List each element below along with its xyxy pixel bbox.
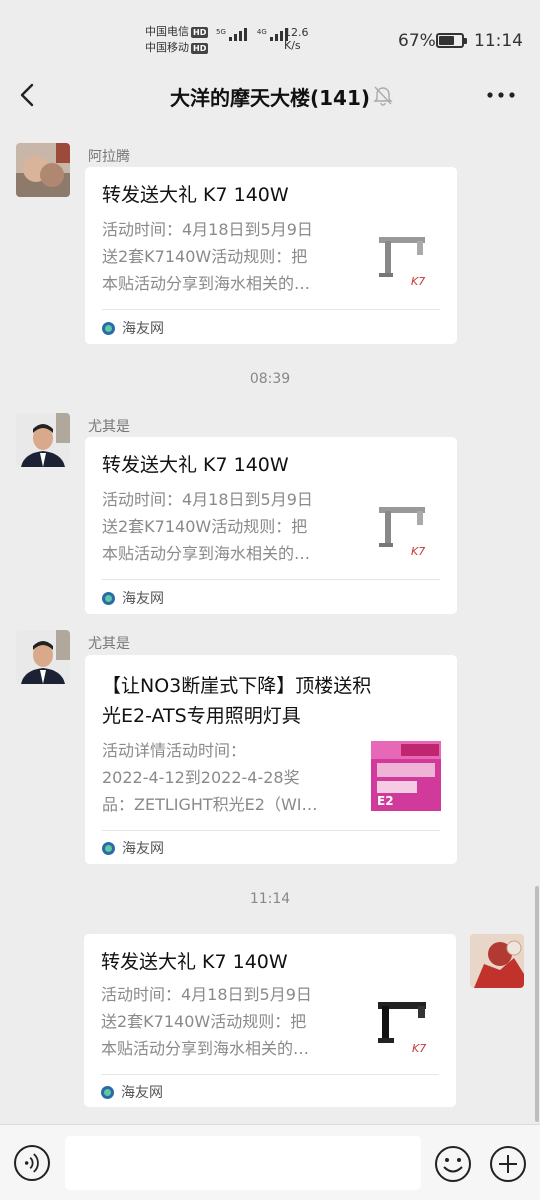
card-divider	[102, 309, 440, 310]
product-thumbnail: K7	[371, 497, 441, 567]
card-description: 活动时间：4月18日到5月9日 送2套K7140W活动规则：把 本贴活动分享到海…	[102, 490, 313, 563]
carrier-2: 中国移动	[145, 41, 189, 54]
card-title: 转发送大礼 K7 140W	[101, 951, 288, 973]
card-divider	[101, 1074, 439, 1075]
chat-header: 大洋的摩天大楼(141)	[0, 64, 540, 126]
hd-badge: HD	[191, 27, 209, 38]
carrier-info: 中国电信 HD 中国移动 HD	[145, 24, 209, 56]
avatar[interactable]	[16, 413, 70, 467]
sender-name: 尤其是	[88, 636, 130, 652]
message-input[interactable]	[65, 1136, 421, 1190]
card-description: 活动详情活动时间： 2022-4-12到2022-4-28奖 品：ZETLIGH…	[102, 741, 318, 814]
battery-icon	[436, 33, 467, 48]
svg-text:K7: K7	[411, 545, 425, 558]
product-thumbnail: K7	[371, 227, 441, 297]
product-thumbnail: E2	[371, 741, 441, 811]
link-card[interactable]: 转发送大礼 K7 140W 活动时间：4月18日到5月9日 送2套K7140W活…	[84, 934, 456, 1107]
more-icon[interactable]	[484, 84, 518, 106]
svg-text:K7: K7	[411, 275, 425, 288]
input-bar	[0, 1124, 540, 1200]
voice-icon[interactable]	[14, 1145, 50, 1181]
product-thumbnail: K7	[370, 990, 440, 1060]
card-source: 海友网	[102, 838, 164, 858]
plus-icon[interactable]	[489, 1145, 527, 1183]
avatar[interactable]	[16, 630, 70, 684]
bell-off-icon	[373, 86, 393, 106]
battery-percent: 67%	[398, 31, 436, 51]
link-card[interactable]: 转发送大礼 K7 140W 活动时间：4月18日到5月9日 送2套K7140W活…	[85, 437, 457, 614]
sender-name: 尤其是	[88, 419, 130, 435]
hd-badge: HD	[191, 43, 209, 54]
source-logo-icon	[102, 321, 115, 335]
avatar[interactable]	[16, 143, 70, 197]
emoji-icon[interactable]	[434, 1145, 472, 1183]
card-title: 转发送大礼 K7 140W	[102, 184, 289, 206]
status-bar: 中国电信 HD 中国移动 HD 5G 4G 12.6 K/s 67% 11:14	[0, 0, 540, 64]
card-title: 【让NO3断崖式下降】顶楼送积 光E2-ATS专用照明灯具	[102, 675, 372, 727]
source-logo-icon	[102, 591, 115, 605]
signal-icons: 5G 4G	[216, 28, 288, 41]
network-speed: 12.6 K/s	[284, 26, 309, 52]
card-source: 海友网	[102, 588, 164, 608]
sender-name: 阿拉腾	[88, 149, 130, 165]
my-avatar[interactable]	[470, 934, 524, 988]
card-source: 海友网	[102, 318, 164, 338]
timestamp: 11:14	[249, 891, 291, 907]
card-divider	[102, 579, 440, 580]
chat-title: 大洋的摩天大楼(141)	[169, 86, 371, 110]
link-card[interactable]: 【让NO3断崖式下降】顶楼送积 光E2-ATS专用照明灯具 活动详情活动时间： …	[85, 655, 457, 864]
card-divider	[102, 830, 440, 831]
card-title: 转发送大礼 K7 140W	[102, 454, 289, 476]
link-card[interactable]: 转发送大礼 K7 140W 活动时间：4月18日到5月9日 送2套K7140W活…	[85, 167, 457, 344]
svg-text:E2: E2	[377, 794, 394, 808]
card-description: 活动时间：4月18日到5月9日 送2套K7140W活动规则：把 本贴活动分享到海…	[102, 220, 313, 293]
clock: 11:14	[474, 31, 523, 51]
card-description: 活动时间：4月18日到5月9日 送2套K7140W活动规则：把 本贴活动分享到海…	[101, 985, 312, 1058]
signal-5g-icon: 5G	[216, 28, 247, 41]
card-source: 海友网	[101, 1082, 163, 1102]
scrollbar[interactable]	[535, 886, 539, 1122]
source-logo-icon	[101, 1085, 114, 1099]
timestamp: 08:39	[249, 371, 291, 387]
carrier-1: 中国电信	[145, 25, 189, 38]
source-logo-icon	[102, 841, 115, 855]
svg-text:K7: K7	[412, 1042, 426, 1055]
